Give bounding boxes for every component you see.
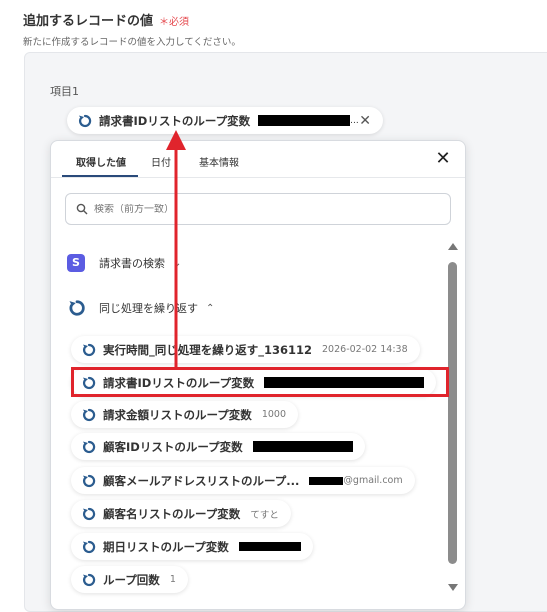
annotation-arrow xyxy=(166,130,186,367)
